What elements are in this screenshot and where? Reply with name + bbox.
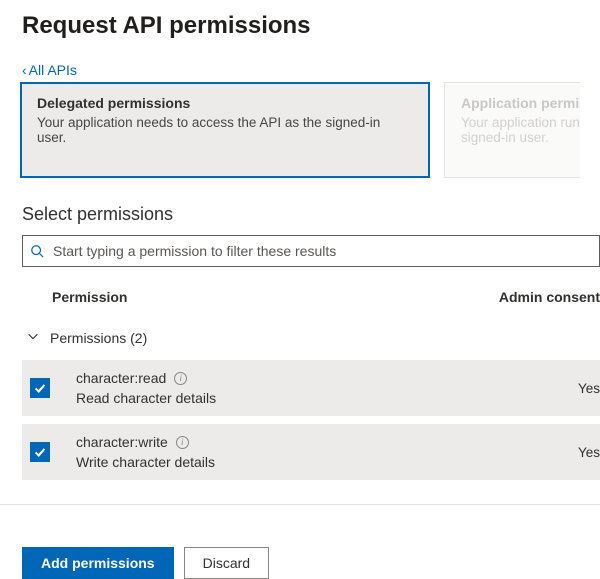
perm-description: Write character details: [76, 454, 572, 470]
perm-checkbox-character-read[interactable]: [30, 378, 50, 398]
footer-divider: [0, 504, 600, 505]
permissions-group-label: Permissions (2): [50, 330, 147, 346]
perm-row-character-write: character:write i Write character detail…: [22, 424, 600, 480]
chevron-left-icon: ‹: [22, 63, 27, 77]
info-icon[interactable]: i: [176, 436, 189, 449]
add-permissions-button[interactable]: Add permissions: [22, 547, 174, 579]
discard-button[interactable]: Discard: [184, 547, 269, 579]
perm-type-delegated-card[interactable]: Delegated permissions Your application n…: [20, 82, 430, 178]
chevron-down-icon: [26, 329, 40, 346]
perm-row-character-read: character:read i Read character details …: [22, 360, 600, 416]
perm-checkbox-character-write[interactable]: [30, 442, 50, 462]
col-permission-header: Permission: [52, 289, 499, 305]
perm-name: character:read: [76, 370, 166, 386]
perm-type-application-title: Application permissions: [461, 95, 580, 111]
permissions-table-header: Permission Admin consent: [22, 285, 600, 323]
perm-name: character:write: [76, 434, 168, 450]
search-icon: [23, 244, 51, 258]
back-link-label: All APIs: [29, 62, 77, 78]
back-all-apis-link[interactable]: ‹ All APIs: [22, 62, 77, 78]
permission-search-input[interactable]: [51, 236, 599, 266]
perm-admin-consent: Yes: [572, 445, 600, 460]
perm-admin-consent: Yes: [572, 381, 600, 396]
perm-type-application-card[interactable]: Application permissions Your application…: [444, 82, 580, 178]
perm-type-application-subtitle: Your application runs as a background se…: [461, 115, 580, 145]
select-permissions-heading: Select permissions: [22, 204, 600, 225]
perm-type-delegated-title: Delegated permissions: [37, 95, 413, 111]
info-icon[interactable]: i: [174, 372, 187, 385]
page-title: Request API permissions: [22, 12, 600, 40]
col-admin-header: Admin consent: [499, 289, 600, 305]
perm-type-delegated-subtitle: Your application needs to access the API…: [37, 115, 413, 145]
permissions-group-toggle[interactable]: Permissions (2): [22, 323, 600, 360]
perm-description: Read character details: [76, 390, 572, 406]
permission-search[interactable]: [22, 235, 600, 267]
